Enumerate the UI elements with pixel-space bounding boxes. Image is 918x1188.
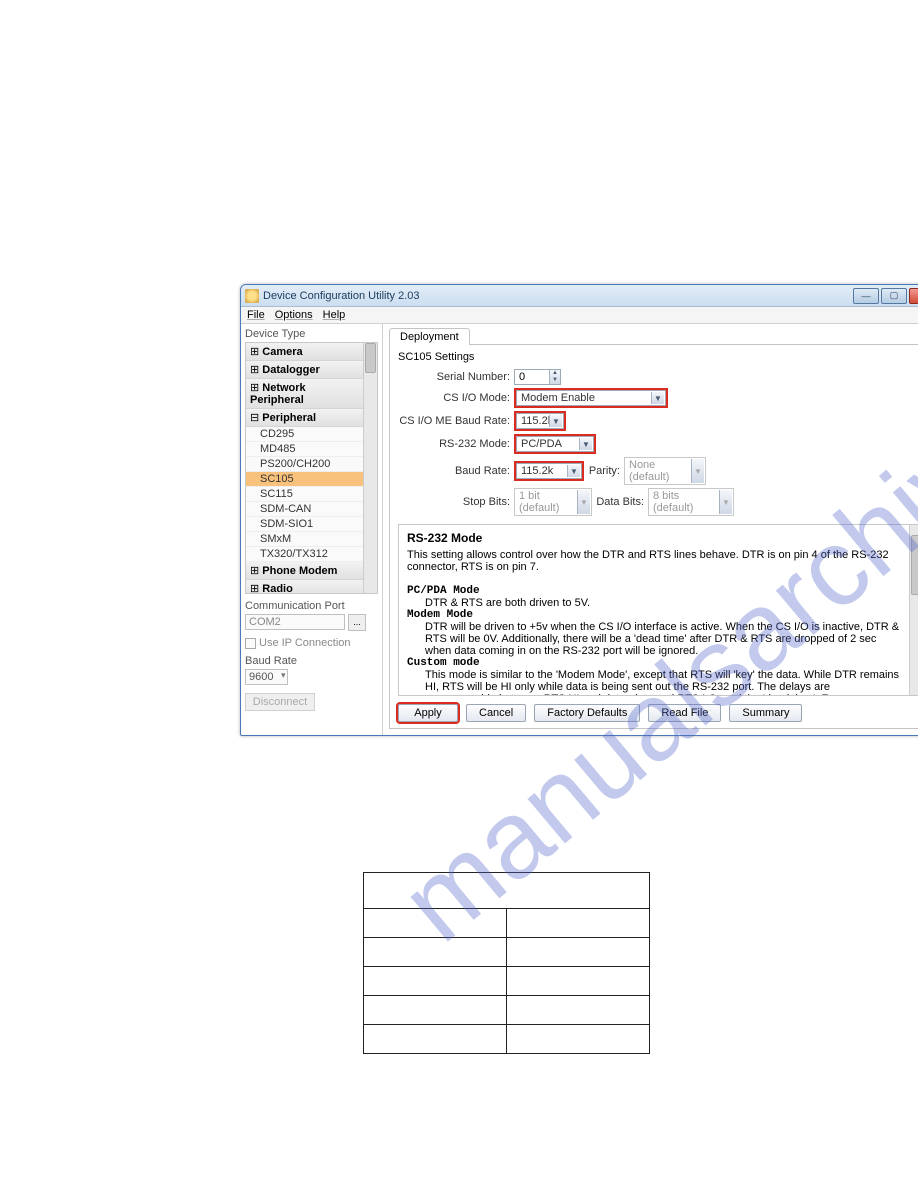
use-ip-label: Use IP Connection [259,637,351,649]
apply-button[interactable]: Apply [398,704,458,722]
use-ip-checkbox[interactable]: Use IP Connection [245,637,378,649]
chevron-down-icon: ▼ [691,459,704,483]
app-icon [245,289,259,303]
chevron-down-icon: ▼ [719,490,732,514]
baud-rate-label: Baud Rate [245,655,378,667]
rs232-mode-highlight: PC/PDA ▼ [514,434,596,454]
info-m1-title: PC/PDA Mode [407,585,901,597]
cs-io-me-baud-select[interactable]: 115.2k ▼ [516,413,564,429]
menu-file[interactable]: File [247,309,265,321]
chevron-down-icon: ▼ [651,392,664,404]
menu-options[interactable]: Options [275,309,313,321]
cs-io-mode-label: CS I/O Mode: [398,392,514,404]
maximize-button[interactable]: ▢ [881,288,907,304]
tree-scrollbar[interactable] [363,343,377,593]
baud-rate-highlight: 115.2k ▼ [514,461,584,481]
info-heading: RS-232 Mode [407,531,901,545]
titlebar[interactable]: Device Configuration Utility 2.03 — ▢ X [241,285,918,307]
window-title: Device Configuration Utility 2.03 [263,290,853,302]
main-panel: Deployment SC105 Settings Serial Number:… [383,324,918,735]
read-file-button[interactable]: Read File [648,704,721,722]
baud-rate-form-label: Baud Rate: [398,465,514,477]
tree-item[interactable]: SC115 [246,487,363,502]
tree-cat-phone-modem[interactable]: Phone Modem [246,562,363,580]
tree-item[interactable]: SDM-CAN [246,502,363,517]
data-bits-select: 8 bits (default) ▼ [648,488,734,516]
tree-item[interactable]: TX320/TX312 [246,547,363,562]
tree-item[interactable]: SMxM [246,532,363,547]
tree-cat-network-peripheral[interactable]: Network Peripheral [246,379,363,409]
tree-item[interactable]: PS200/CH200 [246,457,363,472]
empty-table [363,872,650,1054]
tree-item-selected[interactable]: SC105 [246,472,363,487]
chevron-down-icon: ▼ [577,490,590,514]
cs-io-me-baud-label: CS I/O ME Baud Rate: [398,415,514,427]
info-m1-body: DTR & RTS are both driven to 5V. [407,597,901,609]
tab-deployment[interactable]: Deployment [389,328,470,345]
side-panel: Device Type Camera Datalogger Network Pe… [241,324,383,735]
info-m2-title: Modem Mode [407,609,901,621]
info-m2-body: DTR will be driven to +5v when the CS I/… [407,621,901,657]
info-scrollbar[interactable] [909,525,918,695]
device-tree[interactable]: Camera Datalogger Network Peripheral Per… [245,342,378,594]
chevron-down-icon: ▼ [579,438,592,450]
rs232-mode-label: RS-232 Mode: [398,438,514,450]
tree-cat-radio[interactable]: Radio [246,580,363,594]
stop-bits-label: Stop Bits: [398,496,514,508]
close-button[interactable]: X [909,288,918,304]
cs-io-mode-select[interactable]: Modem Enable ▼ [516,390,666,406]
comm-port-browse-button[interactable]: ... [348,614,366,631]
cancel-button[interactable]: Cancel [466,704,526,722]
section-title: SC105 Settings [398,351,918,363]
info-intro: This setting allows control over how the… [407,549,901,573]
spinner-arrows-icon[interactable]: ▲▼ [549,370,560,384]
checkbox-icon [245,638,256,649]
tree-item[interactable]: SDM-SIO1 [246,517,363,532]
info-panel: RS-232 Mode This setting allows control … [398,524,918,696]
serial-number-input[interactable]: 0 ▲▼ [514,369,561,385]
comm-port-input[interactable]: COM2 [245,614,345,630]
baud-rate-select[interactable]: 9600 [245,669,288,685]
tree-item[interactable]: CD295 [246,427,363,442]
tree-cat-datalogger[interactable]: Datalogger [246,361,363,379]
minimize-button[interactable]: — [853,288,879,304]
device-type-label: Device Type [245,328,378,340]
factory-defaults-button[interactable]: Factory Defaults [534,704,640,722]
baud-rate-select[interactable]: 115.2k ▼ [516,463,582,479]
comm-port-label: Communication Port [245,600,378,612]
rs232-mode-select[interactable]: PC/PDA ▼ [516,436,594,452]
stop-bits-select: 1 bit (default) ▼ [514,488,592,516]
disconnect-button: Disconnect [245,693,315,711]
tree-cat-peripheral[interactable]: Peripheral [246,409,363,427]
summary-button[interactable]: Summary [729,704,802,722]
cs-io-mode-highlight: Modem Enable ▼ [514,388,668,408]
cs-io-me-baud-highlight: 115.2k ▼ [514,411,566,431]
parity-label: Parity: [584,465,624,477]
parity-select: None (default) ▼ [624,457,706,485]
data-bits-label: Data Bits: [592,496,648,508]
info-m3-body: This mode is similar to the 'Modem Mode'… [407,669,901,696]
chevron-down-icon: ▼ [567,465,580,477]
serial-number-label: Serial Number: [398,371,514,383]
menubar: File Options Help [241,307,918,324]
app-window: Device Configuration Utility 2.03 — ▢ X … [240,284,918,736]
info-m3-title: Custom mode [407,657,901,669]
menu-help[interactable]: Help [323,309,346,321]
tree-cat-camera[interactable]: Camera [246,343,363,361]
chevron-down-icon: ▼ [549,415,562,427]
tree-item[interactable]: MD485 [246,442,363,457]
